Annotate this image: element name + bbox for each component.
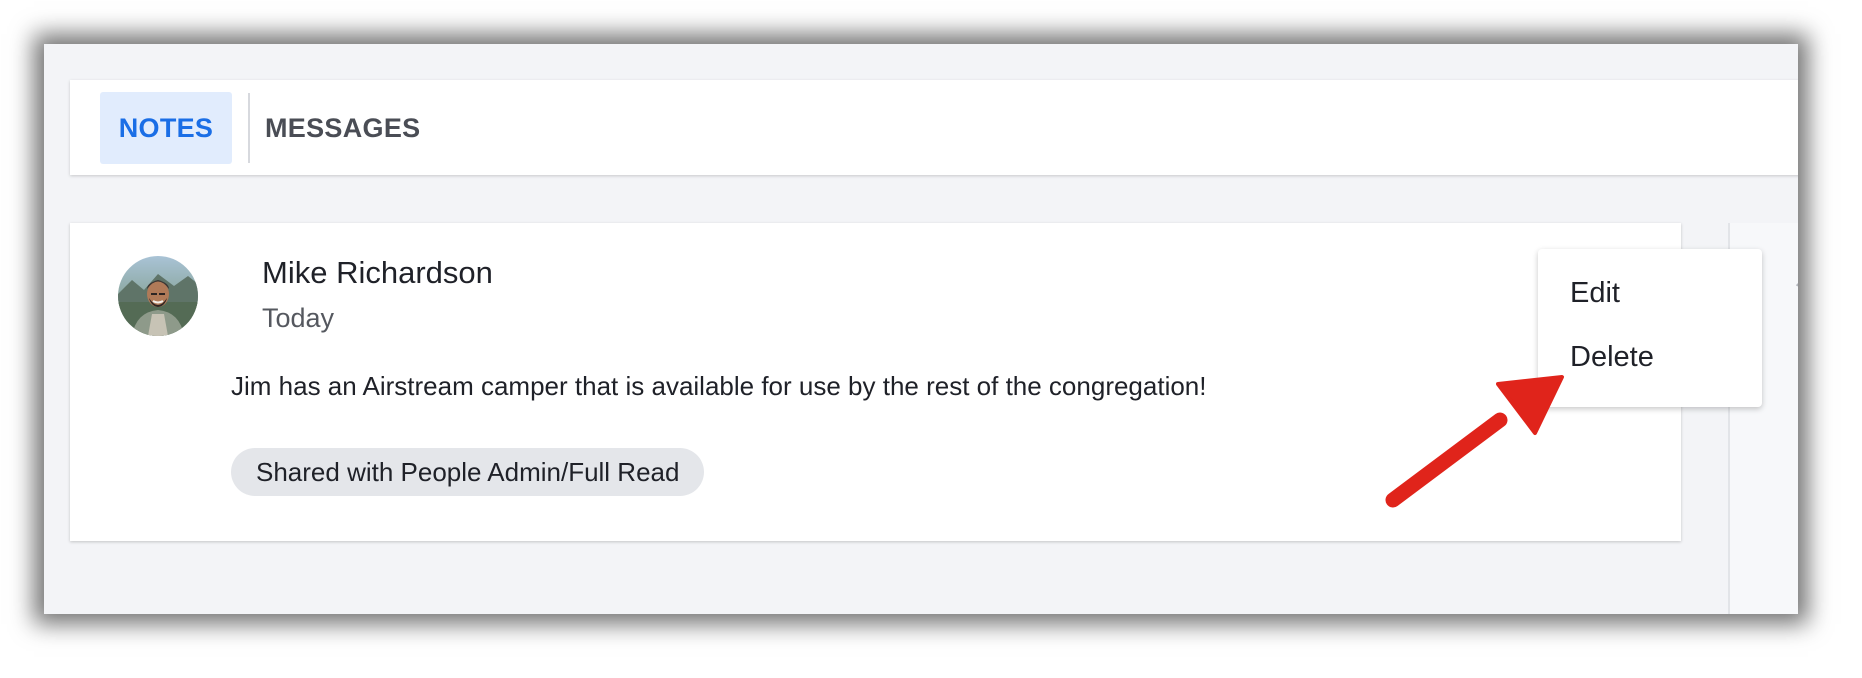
note-actions-menu: Edit Delete	[1538, 249, 1762, 407]
note-author[interactable]: Mike Richardson	[262, 255, 493, 291]
side-panel-icon: ⌃	[1791, 276, 1798, 305]
avatar-image	[118, 256, 198, 336]
note-card: Mike Richardson Today Jim has an Airstre…	[70, 223, 1681, 541]
tab-notes[interactable]: NOTES	[100, 92, 232, 164]
tab-bar: NOTES MESSAGES	[70, 80, 1798, 175]
shared-with-badge: Shared with People Admin/Full Read	[231, 448, 705, 496]
note-date: Today	[262, 303, 335, 333]
menu-item-edit[interactable]: Edit	[1570, 277, 1620, 310]
avatar	[118, 256, 198, 336]
tab-divider	[248, 93, 250, 163]
tab-messages[interactable]: MESSAGES	[265, 92, 420, 164]
menu-item-delete[interactable]: Delete	[1570, 341, 1654, 374]
app-window: NOTES MESSAGES Mike Richardson Today Jim…	[44, 44, 1798, 614]
note-body: Jim has an Airstream camper that is avai…	[231, 371, 1207, 401]
